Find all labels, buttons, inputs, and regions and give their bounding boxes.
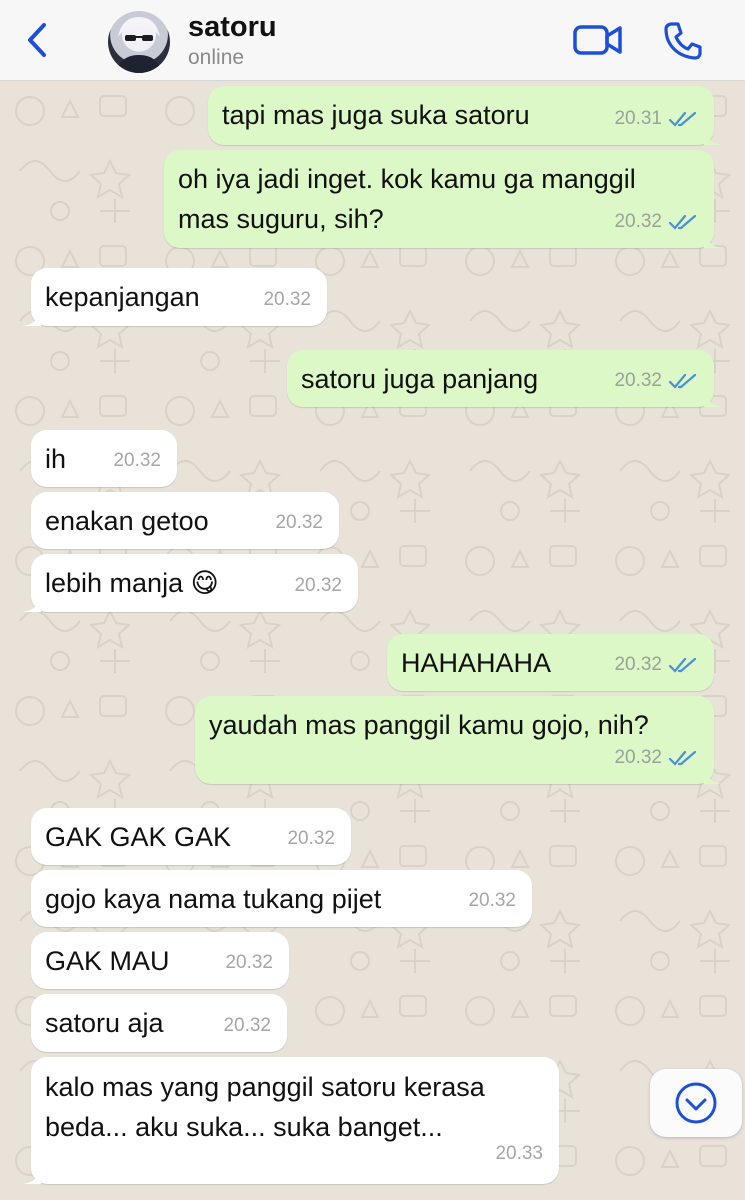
message-time: 20.32 — [614, 211, 662, 232]
read-receipt-icon — [668, 657, 697, 673]
video-camera-icon — [573, 25, 622, 55]
message-text: kalo mas yang panggil satoru kerasa beda… — [45, 1072, 485, 1142]
message-text: gojo kaya nama tukang pijet — [45, 884, 382, 914]
bubble-tail — [704, 127, 722, 145]
message-list[interactable]: tapi mas juga suka satoru 20.31 oh iya j… — [0, 81, 745, 1200]
message-bubble-outgoing[interactable]: oh iya jadi inget. kok kamu ga manggil m… — [164, 150, 722, 248]
message-bubble-outgoing[interactable]: yaudah mas panggil kamu gojo, nih? 20.32 — [195, 696, 722, 784]
message-bubble-outgoing[interactable]: HAHAHAHA 20.32 — [387, 634, 714, 691]
read-receipt-icon — [668, 750, 697, 766]
message-time: 20.32 — [614, 370, 662, 391]
contact-name[interactable]: satoru — [188, 11, 277, 44]
voice-call-button[interactable] — [662, 20, 704, 62]
chevron-left-icon — [28, 23, 46, 57]
chevron-down-circle-icon — [675, 1082, 717, 1124]
message-time: 20.31 — [614, 108, 662, 129]
bubble-tail — [23, 594, 41, 612]
read-receipt-icon — [668, 373, 697, 389]
bubble-tail — [23, 1166, 41, 1184]
bubble-tail — [704, 766, 722, 784]
read-receipt-icon — [668, 214, 697, 230]
message-bubble-incoming[interactable]: GAK MAU 20.32 — [31, 932, 289, 989]
contact-status: online — [188, 46, 245, 69]
message-meta: 20.32 — [614, 202, 698, 242]
message-time: 20.32 — [113, 450, 161, 471]
message-time: 20.32 — [263, 289, 311, 310]
message-time: 20.32 — [468, 890, 516, 911]
bubble-tail — [704, 230, 722, 248]
message-time: 20.32 — [225, 952, 273, 973]
message-meta: 20.32 — [614, 645, 698, 685]
message-time: 20.32 — [287, 828, 335, 849]
message-bubble-incoming[interactable]: lebih manja 😋 20.32 — [23, 554, 358, 612]
read-receipt-icon — [668, 111, 697, 127]
message-bubble-incoming[interactable]: GAK GAK GAK 20.32 — [31, 808, 351, 865]
message-time: 20.32 — [223, 1015, 271, 1036]
message-bubble-incoming[interactable]: ih 20.32 — [31, 430, 177, 487]
phone-icon — [664, 22, 702, 60]
bubble-tail — [704, 389, 722, 407]
message-time: 20.32 — [275, 512, 323, 533]
message-meta: 20.32 — [614, 361, 698, 401]
message-bubble-incoming[interactable]: gojo kaya nama tukang pijet 20.32 — [31, 870, 532, 927]
message-bubble-outgoing[interactable]: tapi mas juga suka satoru 20.31 — [208, 86, 722, 145]
message-bubble-outgoing[interactable]: satoru juga panjang 20.32 — [287, 350, 722, 407]
message-bubble-incoming[interactable]: enakan getoo 20.32 — [31, 492, 339, 549]
message-time: 20.33 — [495, 1143, 543, 1164]
message-bubble-incoming[interactable]: kepanjangan 20.32 — [23, 268, 327, 326]
avatar[interactable] — [108, 11, 170, 73]
scroll-to-bottom-button[interactable] — [650, 1069, 742, 1137]
message-meta: 20.31 — [614, 99, 698, 139]
video-call-button[interactable] — [572, 22, 624, 58]
message-meta: 20.32 — [614, 738, 698, 778]
message-time: 20.32 — [614, 654, 662, 675]
chat-header: satoru online — [0, 0, 745, 81]
message-time: 20.32 — [294, 575, 342, 596]
back-button[interactable] — [18, 20, 58, 60]
message-bubble-incoming[interactable]: satoru aja 20.32 — [31, 994, 287, 1052]
message-bubble-incoming[interactable]: kalo mas yang panggil satoru kerasa beda… — [23, 1057, 559, 1184]
message-time: 20.32 — [614, 747, 662, 768]
bubble-tail — [23, 308, 41, 326]
